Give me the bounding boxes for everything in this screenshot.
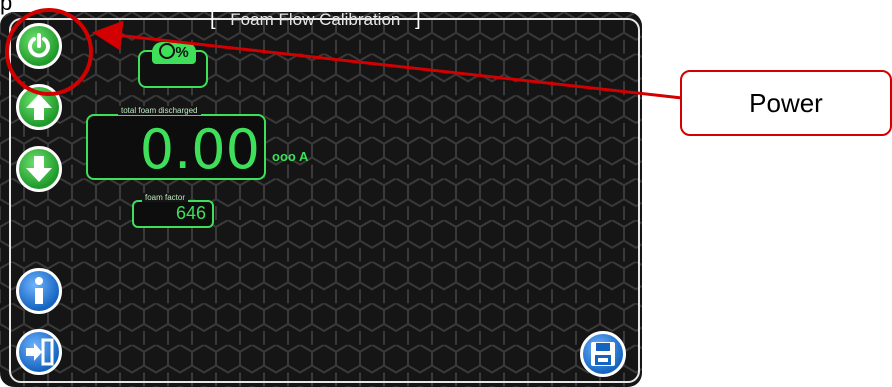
annotation-arrow bbox=[92, 20, 683, 100]
callout-text: Power bbox=[749, 87, 823, 118]
power-callout: Power bbox=[680, 70, 892, 136]
